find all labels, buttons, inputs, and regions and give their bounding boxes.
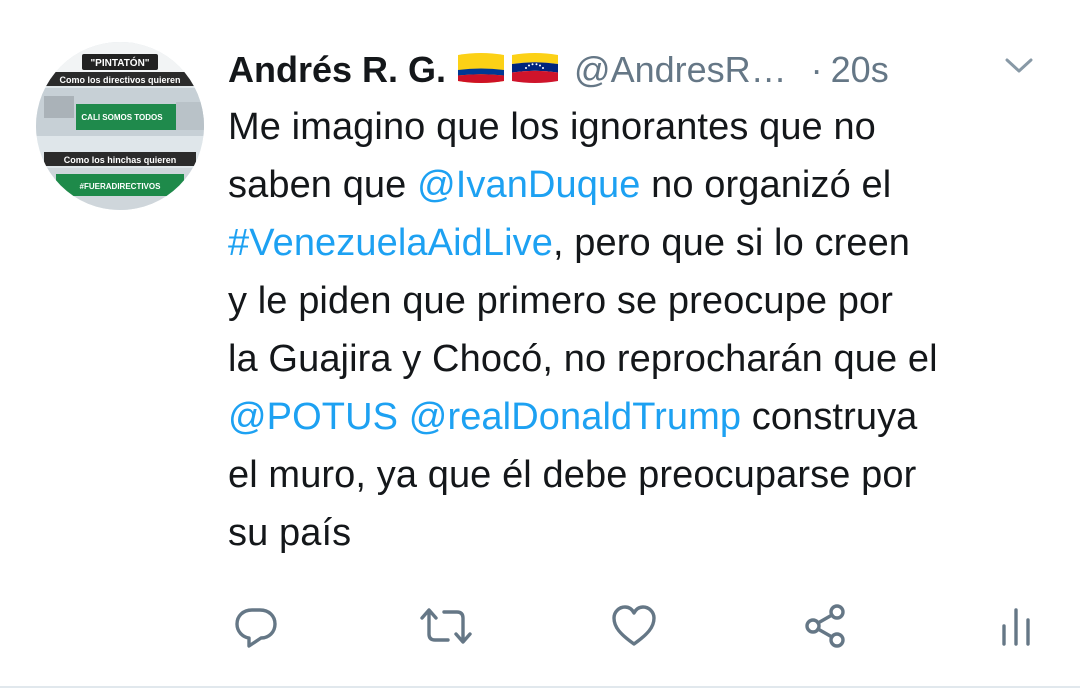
tweet-text-line: #VenezuelaAidLive, pero que si lo creen	[228, 214, 1058, 272]
mention-link[interactable]: @IvanDuque	[417, 164, 640, 206]
chevron-down-icon[interactable]	[1004, 56, 1034, 81]
avatar-image: "PINTATÓN" Como los directivos quieren C…	[36, 42, 204, 210]
share-button[interactable]	[798, 598, 854, 654]
tweet-text-segment: saben que	[228, 164, 418, 206]
tweet-text-segment: construya	[741, 396, 918, 438]
tweet-text-line: su país	[228, 504, 1058, 562]
avatar-hashtag: #FUERADIRECTIVOS	[80, 182, 162, 191]
avatar-wall-text: CALI SOMOS TODOS	[81, 113, 163, 122]
like-button[interactable]	[606, 598, 662, 654]
tweet-header: Andrés R. G. @AndresR… · 20s	[228, 44, 1058, 96]
tweet-text-line: y le piden que primero se preocupe por	[228, 272, 1058, 330]
reply-icon	[235, 608, 277, 648]
avatar-top-label: "PINTATÓN"	[90, 56, 149, 69]
tweet-text: Me imagino que los ignorantes que no sabe…	[228, 98, 1058, 562]
tweet-text-segment: y le piden que primero se preocupe por	[228, 280, 893, 322]
avatar-caption-top: Como los directivos quieren	[59, 75, 180, 85]
reply-button[interactable]	[228, 598, 284, 654]
tweet-text-segment: , pero que si lo creen	[552, 222, 911, 264]
tweet-text-line: @POTUS @realDonaldTrump construya	[228, 388, 1058, 446]
analytics-icon	[1002, 608, 1030, 646]
mention-link[interactable]: @realDonaldTrump	[409, 396, 741, 438]
tweet-text-segment: la Guajira y Chocó, no reprocharán que e…	[228, 338, 938, 380]
tweet-text-line: saben que @IvanDuque no organizó el	[228, 156, 1058, 214]
tweet-timestamp[interactable]: 20s	[831, 49, 889, 91]
tweet-text-segment	[398, 396, 409, 438]
retweet-button[interactable]	[418, 598, 474, 654]
tweet-text-segment: no organizó el	[640, 164, 892, 206]
analytics-button[interactable]	[988, 598, 1044, 654]
share-icon	[805, 604, 845, 648]
tweet-text-segment: su país	[228, 512, 352, 554]
display-name[interactable]: Andrés R. G.	[228, 49, 446, 91]
tweet-text-line: la Guajira y Chocó, no reprocharán que e…	[228, 330, 1058, 388]
tweet-text-line: el muro, ya que él debe preocuparse por	[228, 446, 1058, 504]
hashtag-link[interactable]: #VenezuelaAidLive	[228, 222, 553, 264]
like-icon	[612, 605, 656, 646]
mention-link[interactable]: @POTUS	[228, 396, 398, 438]
tweet-text-line: Me imagino que los ignorantes que no	[228, 98, 1058, 156]
retweet-icon	[420, 608, 472, 644]
tweet-actions	[228, 598, 1048, 654]
user-handle[interactable]: @AndresR…	[574, 49, 787, 91]
avatar[interactable]: "PINTATÓN" Como los directivos quieren C…	[36, 42, 204, 210]
tweet-text-segment: Me imagino que los ignorantes que no	[228, 106, 876, 148]
venezuela-flag-icon	[510, 51, 560, 90]
header-separator: ·	[810, 49, 823, 90]
avatar-caption-bottom: Como los hinchas quieren	[64, 155, 177, 165]
colombia-flag-icon	[456, 51, 506, 90]
tweet-text-segment: el muro, ya que él debe preocuparse por	[228, 454, 917, 496]
tweet[interactable]: "PINTATÓN" Como los directivos quieren C…	[0, 0, 1080, 688]
